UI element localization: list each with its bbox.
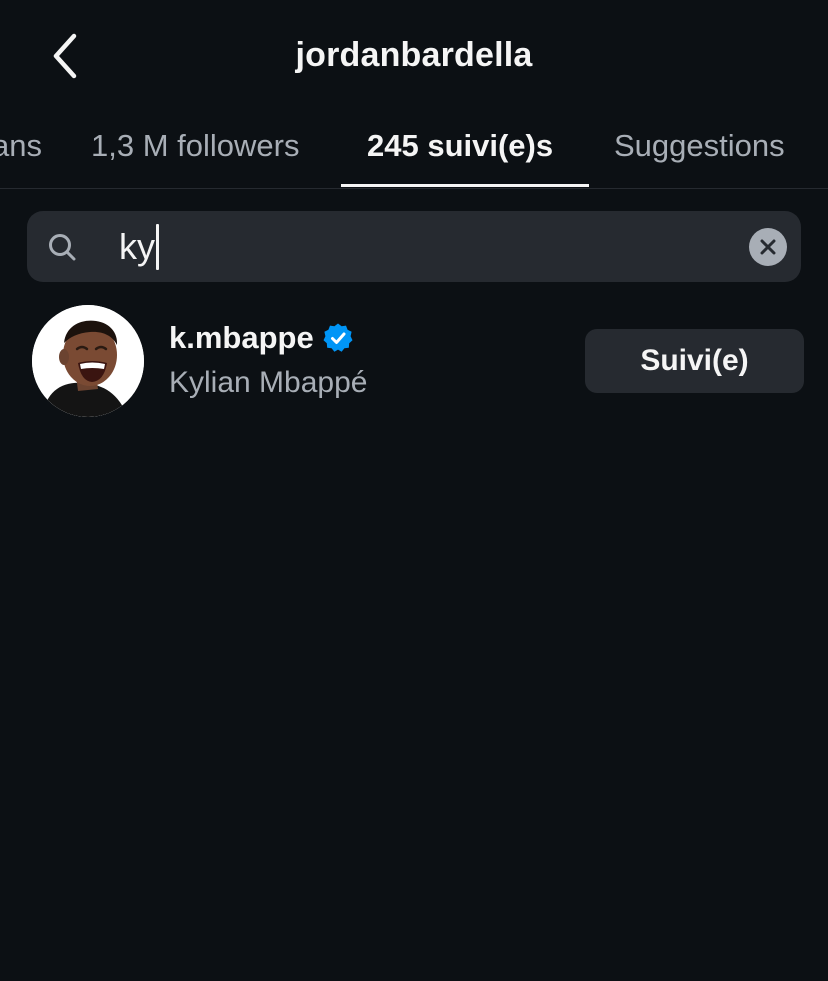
text-cursor <box>156 224 159 270</box>
profile-photo <box>32 305 144 417</box>
username[interactable]: k.mbappe <box>169 320 314 356</box>
clear-icon <box>760 239 776 255</box>
tab-bar: ans 1,3 M followers 245 suivi(e)s Sugges… <box>0 110 828 189</box>
search-icon <box>49 234 76 261</box>
following-button[interactable]: Suivi(e) <box>585 329 804 393</box>
search-bar[interactable]: ky <box>27 211 801 282</box>
active-tab-indicator <box>341 184 589 187</box>
page-title: jordanbardella <box>295 36 533 74</box>
list-item[interactable]: k.mbappe Kylian Mbappé Suivi(e) <box>0 300 828 422</box>
full-name: Kylian Mbappé <box>169 366 368 399</box>
username-line: k.mbappe <box>169 320 354 356</box>
verified-badge-icon <box>323 323 353 352</box>
search-input-value: ky <box>119 226 155 267</box>
tab-followers[interactable]: 1,3 M followers <box>91 128 299 188</box>
tab-following[interactable]: 245 suivi(e)s <box>367 128 553 188</box>
tab-fans[interactable]: ans <box>0 128 42 188</box>
clear-search-button[interactable] <box>749 228 787 266</box>
search-input[interactable]: ky <box>119 224 159 270</box>
following-list-screen: jordanbardella ans 1,3 M followers 245 s… <box>0 0 828 981</box>
tab-suggestions[interactable]: Suggestions <box>614 128 785 188</box>
avatar[interactable] <box>32 305 144 417</box>
header: jordanbardella <box>0 0 828 110</box>
